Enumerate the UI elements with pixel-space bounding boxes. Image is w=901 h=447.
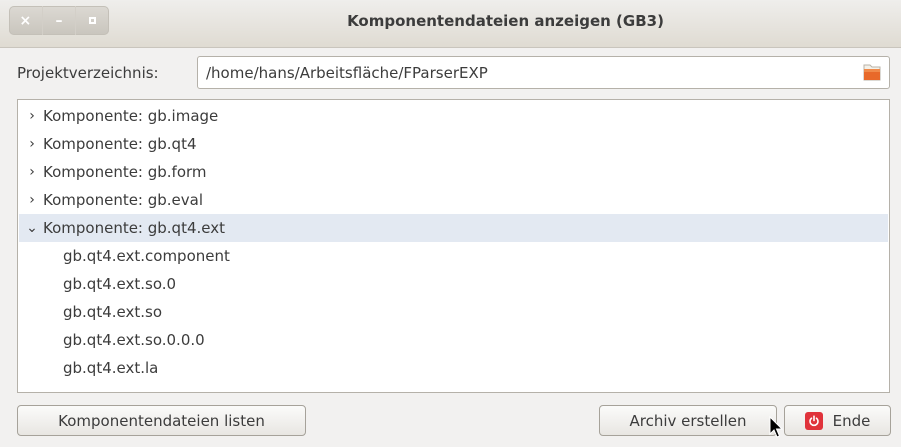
project-directory-field[interactable]	[197, 56, 890, 89]
tree-item-label: Komponente: gb.eval	[43, 191, 204, 209]
tree-child-item[interactable]: gb.qt4.ext.la	[19, 354, 888, 382]
tree-child-item[interactable]: gb.qt4.ext.component	[19, 242, 888, 270]
collapse-arrow-icon[interactable]: ⌄	[25, 220, 39, 236]
tree-child-item[interactable]: gb.qt4.ext.so	[19, 298, 888, 326]
title-bar: × – Komponentendateien anzeigen (GB3)	[0, 0, 901, 48]
power-icon	[804, 411, 823, 430]
mouse-cursor-icon	[769, 416, 784, 438]
close-icon: ×	[19, 12, 32, 29]
component-tree[interactable]: › Komponente: gb.image › Komponente: gb.…	[17, 99, 890, 393]
tree-item-label: Komponente: gb.form	[43, 163, 207, 181]
tree-item-gb-qt4-ext[interactable]: ⌄ Komponente: gb.qt4.ext	[19, 214, 888, 242]
exit-label: Ende	[832, 411, 871, 430]
expand-arrow-icon[interactable]: ›	[25, 164, 39, 180]
folder-icon[interactable]	[862, 63, 882, 82]
window-controls: × –	[9, 6, 109, 35]
expand-arrow-icon[interactable]: ›	[25, 136, 39, 152]
tree-item-gb-eval[interactable]: › Komponente: gb.eval	[19, 186, 888, 214]
window-title: Komponentendateien anzeigen (GB3)	[347, 12, 664, 30]
tree-item-label: Komponente: gb.qt4.ext	[43, 219, 225, 237]
create-archive-button[interactable]: Archiv erstellen	[599, 405, 777, 436]
tree-child-label: gb.qt4.ext.so.0.0.0	[63, 331, 205, 349]
tree-item-gb-image[interactable]: › Komponente: gb.image	[19, 102, 888, 130]
close-button[interactable]: ×	[9, 6, 43, 35]
tree-child-label: gb.qt4.ext.so.0	[63, 275, 177, 293]
list-component-files-button[interactable]: Komponentendateien listen	[17, 405, 306, 436]
tree-child-label: gb.qt4.ext.la	[63, 359, 159, 377]
tree-child-label: gb.qt4.ext.component	[63, 247, 230, 265]
list-component-files-label: Komponentendateien listen	[58, 411, 265, 430]
tree-item-label: Komponente: gb.image	[43, 107, 219, 125]
tree-item-gb-form[interactable]: › Komponente: gb.form	[19, 158, 888, 186]
expand-arrow-icon[interactable]: ›	[25, 192, 39, 208]
create-archive-label: Archiv erstellen	[629, 411, 747, 430]
tree-child-item[interactable]: gb.qt4.ext.so.0	[19, 270, 888, 298]
tree-child-item[interactable]: gb.qt4.ext.so.0.0.0	[19, 326, 888, 354]
tree-item-label: Komponente: gb.qt4	[43, 135, 197, 153]
minimize-icon: –	[55, 12, 63, 29]
exit-button[interactable]: Ende	[784, 405, 891, 436]
maximize-button[interactable]	[76, 6, 109, 35]
minimize-button[interactable]: –	[43, 6, 77, 35]
tree-child-label: gb.qt4.ext.so	[63, 303, 163, 321]
maximize-icon	[89, 17, 97, 24]
project-directory-label: Projektverzeichnis:	[17, 64, 159, 82]
expand-arrow-icon[interactable]: ›	[25, 108, 39, 124]
tree-item-gb-qt4[interactable]: › Komponente: gb.qt4	[19, 130, 888, 158]
project-directory-input[interactable]	[206, 61, 846, 84]
